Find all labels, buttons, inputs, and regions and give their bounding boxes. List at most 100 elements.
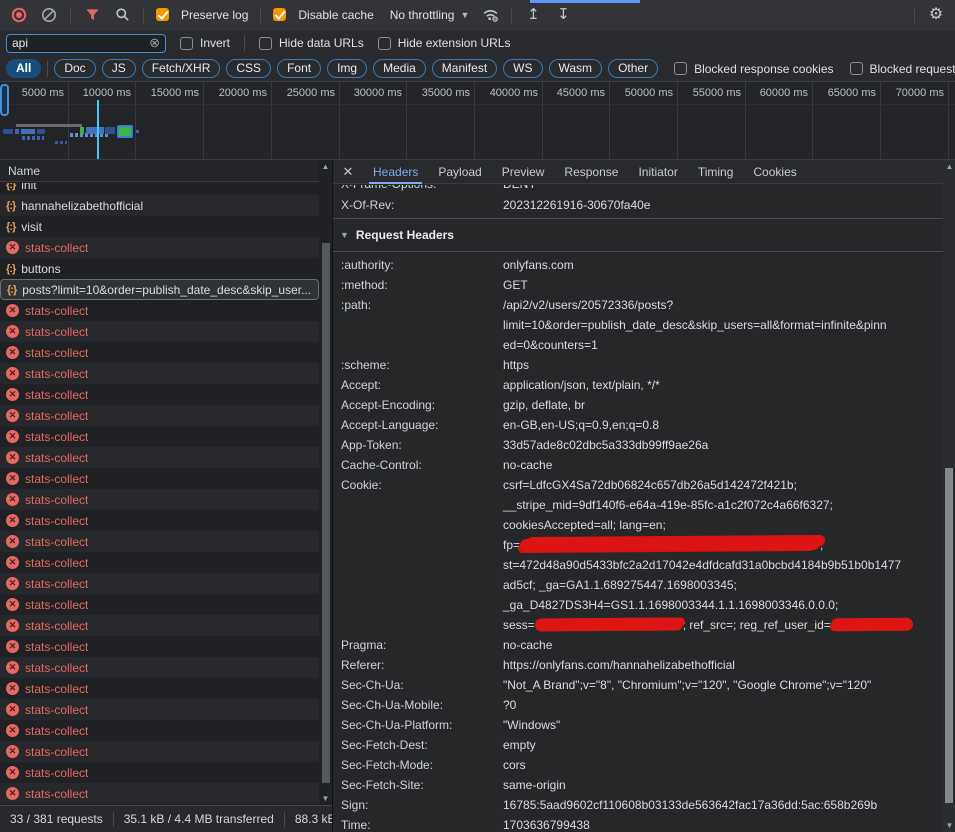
- type-filter-font[interactable]: Font: [277, 59, 321, 78]
- type-filter-css[interactable]: CSS: [226, 59, 271, 78]
- tab-timing[interactable]: Timing: [688, 160, 744, 184]
- type-filter-other[interactable]: Other: [608, 59, 658, 78]
- request-row[interactable]: ✕stats-collect: [0, 405, 319, 426]
- request-row[interactable]: ✕stats-collect: [0, 615, 319, 636]
- request-headers-section[interactable]: ▼ Request Headers: [333, 222, 943, 248]
- import-har-icon[interactable]: ↥: [524, 6, 542, 24]
- request-row[interactable]: {:}visit: [0, 216, 319, 237]
- header-value-line: __stripe_mid=9df140f6-e64a-419e-85fc-a1c…: [503, 495, 939, 515]
- waterfall-bar: [16, 124, 82, 127]
- request-row[interactable]: ✕stats-collect: [0, 342, 319, 363]
- export-har-icon[interactable]: ↧: [554, 6, 572, 24]
- scrollbar-thumb[interactable]: [945, 468, 953, 803]
- request-row[interactable]: ✕stats-collect: [0, 300, 319, 321]
- section-divider: [333, 251, 943, 252]
- request-row[interactable]: ✕stats-collect: [0, 426, 319, 447]
- scroll-up-icon[interactable]: ▲: [319, 160, 332, 173]
- scrollbar-thumb[interactable]: [322, 243, 330, 783]
- request-row[interactable]: ✕stats-collect: [0, 678, 319, 699]
- disable-cache-checkbox[interactable]: [273, 8, 286, 21]
- preserve-log-checkbox[interactable]: [156, 8, 169, 21]
- waterfall-bar: [22, 136, 44, 140]
- request-row[interactable]: ✕stats-collect: [0, 552, 319, 573]
- type-filter-wasm[interactable]: Wasm: [549, 59, 603, 78]
- tab-cookies[interactable]: Cookies: [743, 160, 806, 184]
- waterfall-bar: [80, 127, 84, 134]
- request-row[interactable]: {:}hannahelizabethofficial: [0, 195, 319, 216]
- header-row: X-Of-Rev:202312261916-30670fa40e: [333, 195, 943, 215]
- header-name: :path:: [341, 295, 503, 355]
- blocked-requests-checkbox[interactable]: [850, 62, 863, 75]
- blocked-response-cookies-checkbox[interactable]: [674, 62, 687, 75]
- type-filter-all[interactable]: All: [6, 59, 41, 78]
- request-name: stats-collect: [25, 451, 88, 465]
- type-filter-js[interactable]: JS: [102, 59, 136, 78]
- search-icon[interactable]: [113, 6, 131, 24]
- scroll-down-icon[interactable]: ▼: [943, 819, 955, 832]
- invert-checkbox[interactable]: [180, 37, 193, 50]
- request-row[interactable]: ✕stats-collect: [0, 363, 319, 384]
- redaction-scribble: [535, 617, 683, 631]
- tab-payload[interactable]: Payload: [428, 160, 491, 184]
- request-row[interactable]: ✕stats-collect: [0, 531, 319, 552]
- request-row[interactable]: ✕stats-collect: [0, 783, 319, 804]
- tab-response[interactable]: Response: [554, 160, 628, 184]
- hide-data-urls-checkbox[interactable]: [259, 37, 272, 50]
- scroll-down-icon[interactable]: ▼: [319, 792, 332, 805]
- request-name: stats-collect: [25, 304, 88, 318]
- clear-icon[interactable]: [40, 6, 58, 24]
- request-row[interactable]: ✕stats-collect: [0, 510, 319, 531]
- type-filter-media[interactable]: Media: [373, 59, 426, 78]
- settings-gear-icon[interactable]: ⚙: [927, 6, 945, 24]
- type-filter-ws[interactable]: WS: [503, 59, 542, 78]
- request-name: stats-collect: [25, 514, 88, 528]
- request-row[interactable]: ✕stats-collect: [0, 489, 319, 510]
- request-row[interactable]: ✕stats-collect: [0, 636, 319, 657]
- redaction-scribble: [520, 537, 820, 552]
- tab-preview[interactable]: Preview: [492, 160, 555, 184]
- header-name: X-Of-Rev:: [341, 195, 503, 215]
- request-row[interactable]: ✕stats-collect: [0, 321, 319, 342]
- request-row[interactable]: {:}init: [0, 183, 319, 195]
- error-icon: ✕: [6, 661, 19, 674]
- request-row[interactable]: {:}buttons: [0, 258, 319, 279]
- throttling-select[interactable]: No throttling ▼: [390, 8, 470, 22]
- header-value: gzip, deflate, br: [503, 395, 939, 415]
- detail-tabs: HeadersPayloadPreviewResponseInitiatorTi…: [363, 160, 807, 184]
- clear-filter-icon[interactable]: ⊗: [149, 35, 160, 51]
- request-row[interactable]: ✕stats-collect: [0, 594, 319, 615]
- header-name: Accept-Language:: [341, 415, 503, 435]
- timeline-selection-handle[interactable]: [0, 84, 9, 116]
- hide-extension-urls-checkbox[interactable]: [378, 37, 391, 50]
- record-icon[interactable]: [10, 6, 28, 24]
- request-list-scrollbar[interactable]: ▲ ▼: [319, 160, 332, 805]
- header-name: Sec-Ch-Ua:: [341, 675, 503, 695]
- tab-headers[interactable]: Headers: [363, 160, 428, 184]
- close-icon[interactable]: ✕: [333, 164, 363, 180]
- request-name: stats-collect: [25, 682, 88, 696]
- tab-initiator[interactable]: Initiator: [628, 160, 687, 184]
- request-row[interactable]: ✕stats-collect: [0, 741, 319, 762]
- name-column-header[interactable]: Name: [0, 160, 332, 182]
- request-row[interactable]: ✕stats-collect: [0, 573, 319, 594]
- clear-icon-svg: [41, 7, 57, 23]
- request-row[interactable]: ✕stats-collect: [0, 468, 319, 489]
- request-row[interactable]: ✕stats-collect: [0, 657, 319, 678]
- type-filter-doc[interactable]: Doc: [54, 59, 95, 78]
- timeline-overview[interactable]: 5000 ms10000 ms15000 ms20000 ms25000 ms3…: [0, 82, 955, 160]
- request-row[interactable]: ✕stats-collect: [0, 720, 319, 741]
- request-row[interactable]: {:}posts?limit=10&order=publish_date_des…: [0, 279, 319, 300]
- network-conditions-icon[interactable]: [481, 6, 499, 24]
- detail-scrollbar[interactable]: ▲ ▼: [943, 160, 955, 832]
- filter-funnel-icon[interactable]: [83, 6, 101, 24]
- type-filter-manifest[interactable]: Manifest: [432, 59, 497, 78]
- request-row[interactable]: ✕stats-collect: [0, 699, 319, 720]
- type-filter-img[interactable]: Img: [327, 59, 367, 78]
- type-filter-fetchxhr[interactable]: Fetch/XHR: [142, 59, 221, 78]
- request-row[interactable]: ✕stats-collect: [0, 237, 319, 258]
- scroll-up-icon[interactable]: ▲: [943, 160, 955, 173]
- request-row[interactable]: ✕stats-collect: [0, 384, 319, 405]
- request-row[interactable]: ✕stats-collect: [0, 447, 319, 468]
- request-row[interactable]: ✕stats-collect: [0, 762, 319, 783]
- filter-input[interactable]: [12, 36, 149, 50]
